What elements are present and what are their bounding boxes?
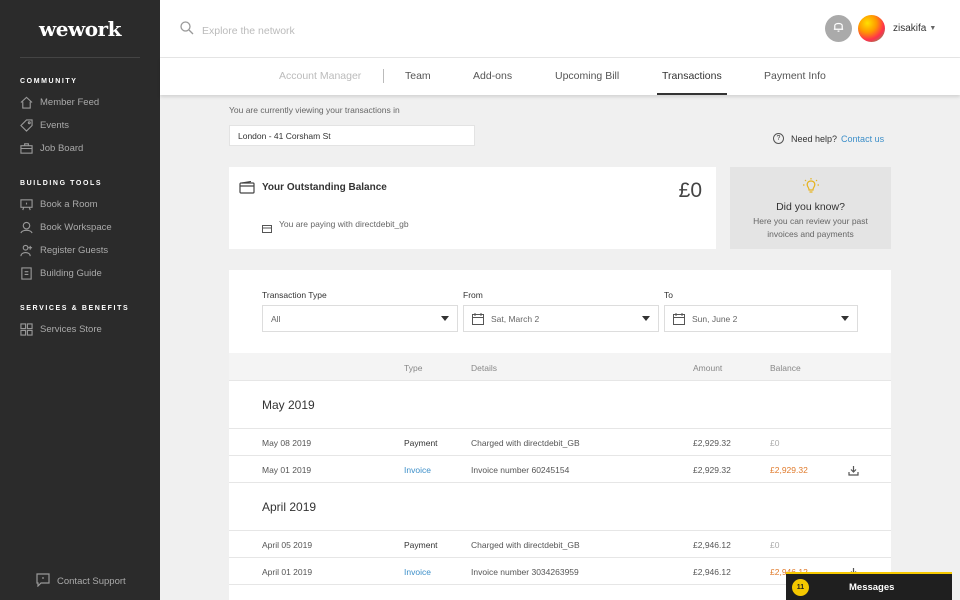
tab-payment-info[interactable]: Payment Info [764, 70, 826, 82]
briefcase-icon [20, 142, 33, 155]
table-header: Type Details Amount Balance [229, 353, 891, 381]
chevron-down-icon: ▼ [929, 25, 937, 32]
help-section: ? Need help? Contact us [773, 133, 884, 144]
tab-divider [383, 69, 384, 83]
header-type: Type [404, 363, 423, 373]
transactions-panel: Transaction Type All From Sat, March 2 T… [229, 270, 891, 600]
section-title-building-tools: BUILDING TOOLS [20, 180, 103, 187]
viewing-caption: You are currently viewing your transacti… [229, 105, 400, 115]
to-date-select[interactable]: Sun, June 2 [664, 305, 858, 332]
active-tab-indicator [657, 93, 727, 95]
calendar-icon [472, 312, 484, 325]
add-user-icon [20, 244, 33, 257]
download-icon[interactable] [848, 465, 859, 478]
from-label: From [463, 290, 483, 300]
table-row: April 05 2019 Payment Charged with direc… [229, 531, 891, 558]
account-tabs: Account Manager Team Add-ons Upcoming Bi… [160, 58, 960, 95]
balance-amount: £0 [678, 179, 702, 202]
tab-transactions[interactable]: Transactions [662, 70, 722, 82]
to-label: To [664, 290, 673, 300]
header-amount: Amount [693, 363, 723, 373]
search-bar[interactable] [180, 21, 402, 40]
sidebar-item-events[interactable]: Events [0, 114, 160, 137]
credit-card-icon [262, 220, 272, 238]
tab-upcoming-bill[interactable]: Upcoming Bill [555, 70, 619, 82]
dropdown-arrow-icon [441, 316, 449, 321]
outstanding-balance-card: Your Outstanding Balance £0 You are payi… [229, 167, 716, 249]
dropdown-arrow-icon [841, 316, 849, 321]
bell-icon [832, 20, 845, 38]
avatar[interactable] [858, 15, 885, 42]
transaction-type-label: Transaction Type [262, 290, 327, 300]
location-select[interactable]: London - 41 Corsham St [229, 125, 475, 146]
sidebar-item-register-guests[interactable]: Register Guests [0, 239, 160, 262]
sidebar-item-building-guide[interactable]: Building Guide [0, 262, 160, 285]
section-title-community: COMMUNITY [20, 78, 78, 85]
payment-method-text: You are paying with directdebit_gb [279, 219, 409, 229]
workspace-icon [20, 221, 33, 234]
search-input[interactable] [202, 24, 402, 37]
wallet-icon [239, 180, 255, 199]
invoice-link[interactable]: Invoice [404, 567, 431, 577]
question-icon: ? [773, 133, 784, 144]
home-icon [20, 96, 33, 109]
lightbulb-icon [802, 178, 819, 193]
wework-logo[interactable]: wework [20, 0, 140, 58]
sidebar-item-book-workspace[interactable]: Book Workspace [0, 216, 160, 239]
sidebar-item-services-store[interactable]: Services Store [0, 318, 160, 341]
contact-support-link[interactable]: Contact Support [36, 573, 126, 590]
from-date-select[interactable]: Sat, March 2 [463, 305, 659, 332]
tip-body: Here you can review your past invoices a… [753, 216, 868, 239]
table-row: May 08 2019 Payment Charged with directd… [229, 429, 891, 456]
tab-team[interactable]: Team [405, 70, 431, 82]
guide-icon [20, 267, 33, 280]
header-details: Details [471, 363, 497, 373]
room-icon [20, 198, 33, 211]
messages-widget[interactable]: 11 Messages [786, 572, 952, 600]
table-row: May 01 2019 Invoice Invoice number 60245… [229, 456, 891, 483]
messages-label: Messages [849, 581, 895, 593]
tip-card: Did you know? Here you can review your p… [730, 167, 891, 249]
header-balance: Balance [770, 363, 801, 373]
user-menu[interactable]: zisakifa ▼ [893, 23, 936, 34]
section-title-services-benefits: SERVICES & BENEFITS [20, 305, 130, 312]
search-icon [180, 21, 202, 40]
transaction-type-select[interactable]: All [262, 305, 458, 332]
sidebar: wework COMMUNITY Member Feed Events Job … [0, 0, 160, 600]
month-group-header: April 2019 [229, 483, 891, 531]
invoice-link[interactable]: Invoice [404, 465, 431, 475]
tab-add-ons[interactable]: Add-ons [473, 70, 512, 82]
calendar-icon [673, 312, 685, 325]
contact-us-link[interactable]: Contact us [841, 134, 884, 144]
grid-icon [20, 323, 33, 336]
message-count-badge: 11 [792, 578, 809, 596]
balance-title: Your Outstanding Balance [262, 182, 387, 193]
tip-title: Did you know? [776, 201, 845, 213]
top-bar: zisakifa ▼ [160, 0, 960, 58]
month-group-header: May 2019 [229, 381, 891, 429]
dropdown-arrow-icon [642, 316, 650, 321]
tab-account-manager[interactable]: Account Manager [279, 70, 361, 82]
sidebar-item-job-board[interactable]: Job Board [0, 137, 160, 160]
sidebar-item-book-a-room[interactable]: Book a Room [0, 193, 160, 216]
tag-icon [20, 119, 33, 132]
notifications-button[interactable] [825, 15, 852, 42]
sidebar-item-member-feed[interactable]: Member Feed [0, 91, 160, 114]
chat-icon [36, 573, 57, 590]
